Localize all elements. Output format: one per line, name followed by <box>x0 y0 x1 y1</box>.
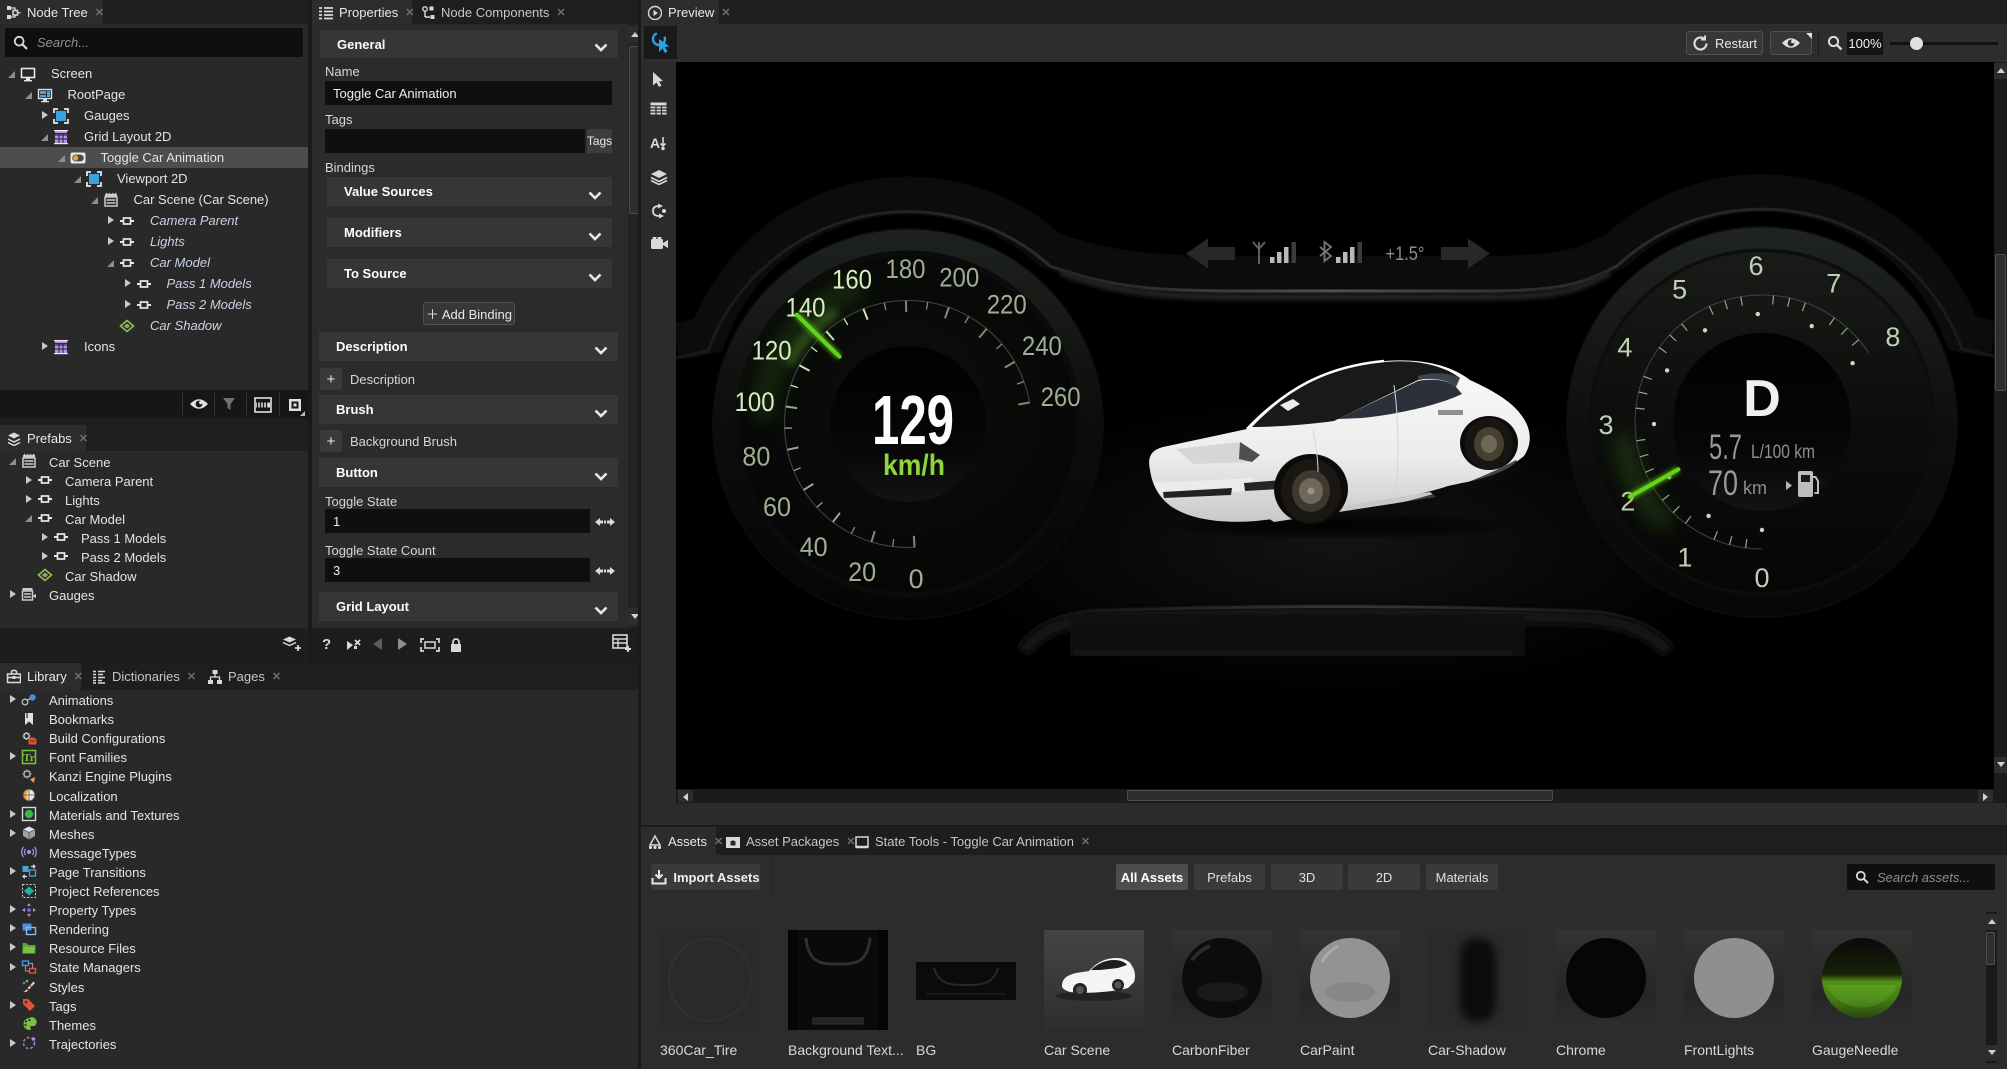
svg-text:3: 3 <box>1598 410 1613 440</box>
svg-text:+1.5°: +1.5° <box>1386 244 1425 265</box>
svg-text:40: 40 <box>800 532 828 562</box>
svg-text:0: 0 <box>909 564 924 594</box>
svg-text:220: 220 <box>987 289 1027 319</box>
svg-text:120: 120 <box>752 335 792 365</box>
svg-text:Tr: Tr <box>23 752 35 764</box>
svg-text:140: 140 <box>786 293 826 323</box>
svg-text:L/100 km: L/100 km <box>1751 442 1815 463</box>
svg-text:80: 80 <box>742 441 770 471</box>
svg-text:8: 8 <box>1885 322 1900 352</box>
svg-text:5: 5 <box>1672 275 1687 305</box>
svg-text:200: 200 <box>939 263 979 293</box>
svg-text:4: 4 <box>1617 333 1632 363</box>
svg-text:6: 6 <box>1748 251 1763 281</box>
svg-text:260: 260 <box>1041 382 1081 412</box>
svg-text:180: 180 <box>886 254 926 284</box>
svg-text:20: 20 <box>848 557 876 587</box>
svg-text:7: 7 <box>1826 269 1841 299</box>
svg-text:km/h: km/h <box>883 449 945 482</box>
svg-text:A: A <box>650 135 660 151</box>
svg-text:129: 129 <box>872 381 954 459</box>
svg-text:100: 100 <box>735 387 775 417</box>
svg-text:5.7: 5.7 <box>1709 428 1742 467</box>
svg-text:240: 240 <box>1022 331 1062 361</box>
svg-text:0: 0 <box>1754 563 1769 593</box>
svg-text:D: D <box>1743 370 1781 428</box>
svg-text:60: 60 <box>763 492 791 522</box>
svg-text:km: km <box>1743 478 1767 498</box>
svg-text:1: 1 <box>1677 543 1692 573</box>
svg-text:160: 160 <box>832 265 872 295</box>
svg-text:70: 70 <box>1708 464 1738 503</box>
